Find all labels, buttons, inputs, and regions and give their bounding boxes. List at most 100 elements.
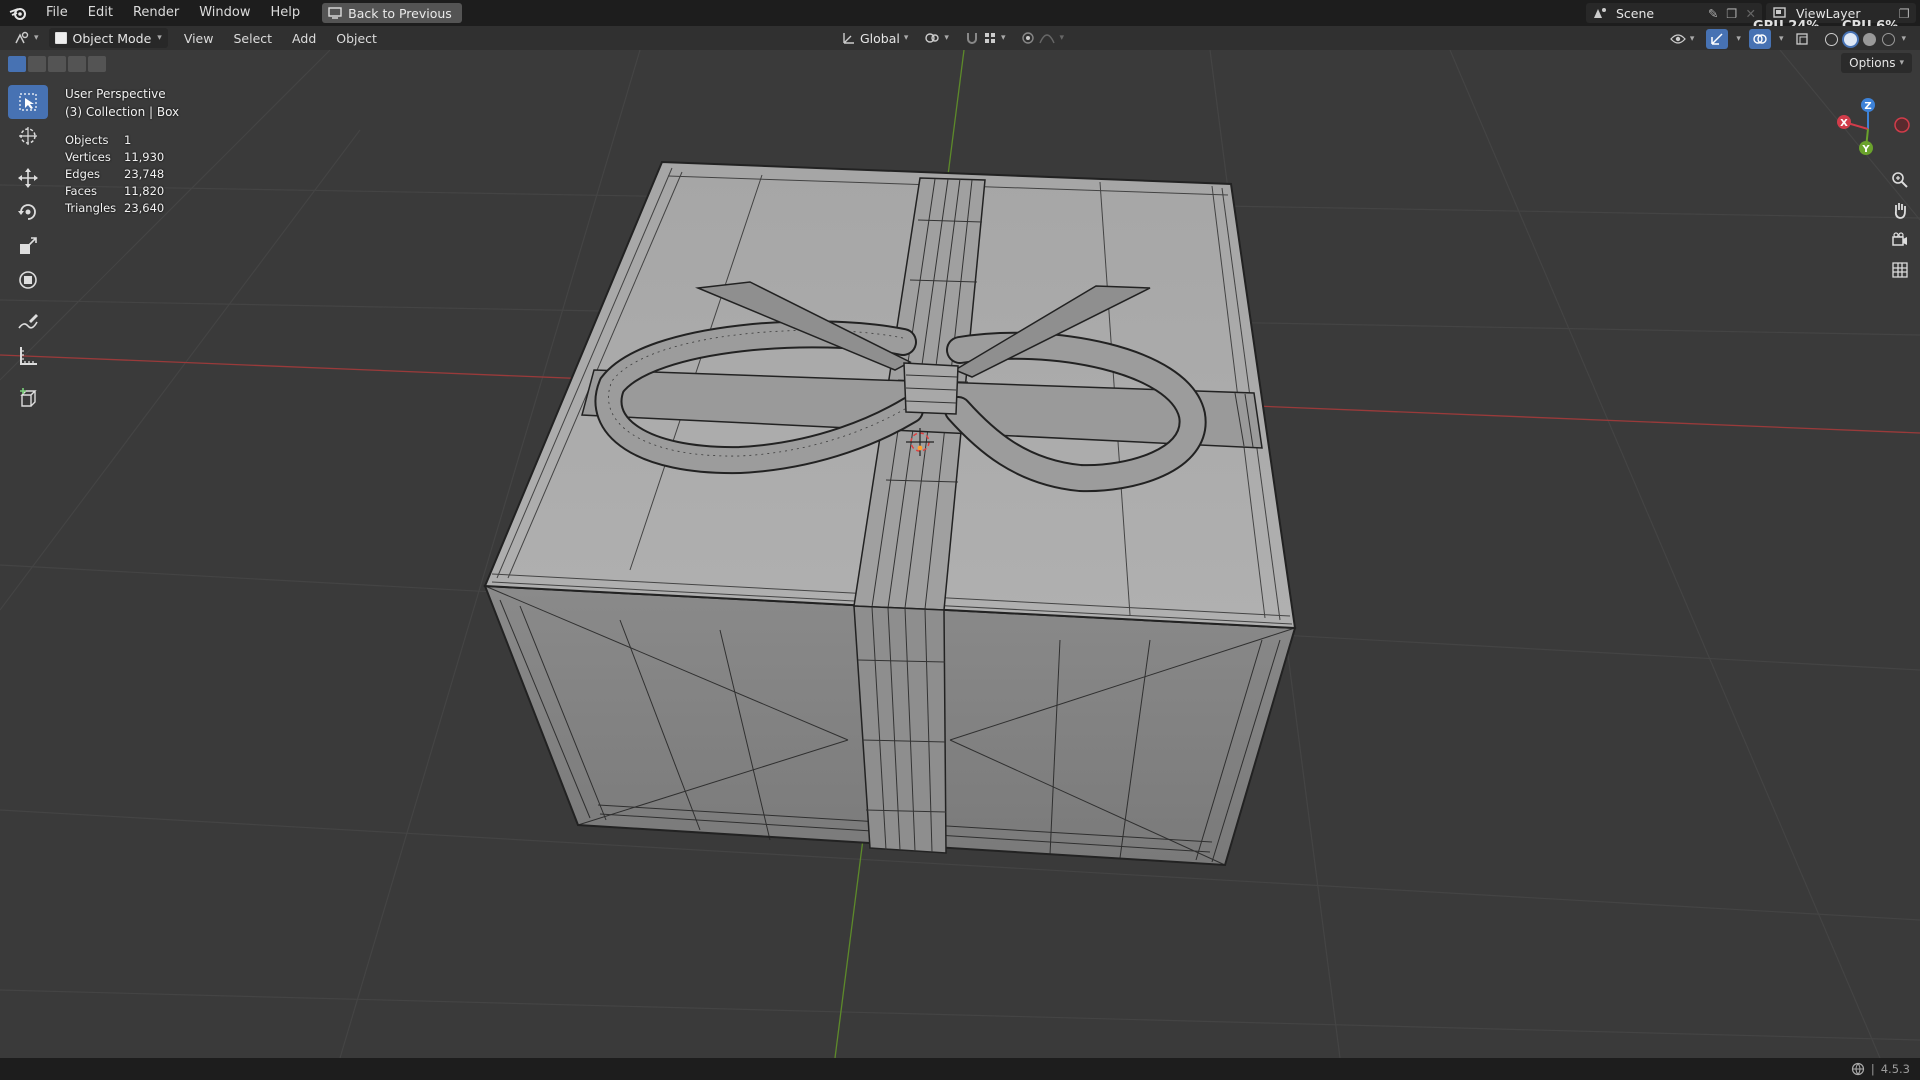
measure-tool[interactable] xyxy=(8,339,48,373)
scene-selector[interactable]: Scene ✎ ❐ ✕ xyxy=(1586,3,1762,23)
chevron-down-icon[interactable]: ▾ xyxy=(1779,34,1784,44)
view-perspective-label: User Perspective xyxy=(65,87,166,101)
new-scene-icon[interactable]: ❐ xyxy=(1726,6,1737,21)
stat-label: Faces xyxy=(65,184,97,198)
material-shading-icon[interactable] xyxy=(1863,32,1877,46)
pivot-icon xyxy=(925,33,940,43)
ruler-icon xyxy=(20,347,37,365)
active-collection-label: (3) Collection | Box xyxy=(65,105,180,119)
scene-name: Scene xyxy=(1616,5,1655,21)
gizmo-icon xyxy=(1711,33,1723,45)
scale-icon xyxy=(20,237,37,254)
pin-icon[interactable]: ✎ xyxy=(1708,6,1718,21)
wireframe-shading-icon[interactable] xyxy=(1825,32,1839,46)
overlays-toggle[interactable] xyxy=(1748,29,1771,49)
menu-object[interactable]: Object xyxy=(326,31,387,46)
stat-label: Edges xyxy=(65,167,100,181)
rotate-tool[interactable] xyxy=(8,195,48,229)
zoom-icon[interactable] xyxy=(1887,168,1913,192)
menu-view[interactable]: View xyxy=(174,31,224,46)
rendered-shading-icon[interactable] xyxy=(1882,32,1896,46)
blender-logo-icon[interactable] xyxy=(0,0,36,26)
shading-modes: ▾ xyxy=(1821,29,1910,49)
new-view-layer-icon[interactable]: ❐ xyxy=(1899,6,1910,21)
menu-add[interactable]: Add xyxy=(282,31,326,46)
navigation-gizmo[interactable]: Z X Y xyxy=(1824,95,1914,165)
xray-toggle[interactable] xyxy=(1791,29,1813,49)
overlays-icon xyxy=(1753,34,1767,44)
network-globe-icon xyxy=(1851,1062,1864,1076)
eye-icon xyxy=(1670,34,1686,44)
visibility-selector[interactable]: ▾ xyxy=(1666,29,1699,49)
screen-icon xyxy=(328,7,342,19)
cursor-arrow-icon xyxy=(19,93,37,111)
menu-window[interactable]: Window xyxy=(189,0,260,26)
transform-orientation-selector[interactable]: Global ▾ xyxy=(838,28,912,48)
viewport-header: ▾ Object Mode ▾ View Select Add Object G… xyxy=(0,26,1920,50)
select-subtract-icon[interactable] xyxy=(48,56,66,72)
stat-row: Vertices 11,930 xyxy=(65,149,164,166)
viewport-info-overlay: User Perspective (3) Collection | Box xyxy=(65,85,179,121)
scene-canvas[interactable] xyxy=(0,50,1920,1058)
chevron-down-icon[interactable]: ▾ xyxy=(1901,34,1906,44)
select-box-tool[interactable] xyxy=(8,85,48,119)
select-intersect-icon[interactable] xyxy=(88,56,106,72)
move-tool[interactable] xyxy=(8,161,48,195)
viewport-editor-icon xyxy=(15,31,29,44)
menu-help[interactable]: Help xyxy=(261,0,311,26)
editor-type-selector[interactable]: ▾ xyxy=(10,28,43,48)
falloff-icon xyxy=(1039,34,1056,44)
magnet-icon xyxy=(966,33,977,44)
status-bar: | 4.5.3 xyxy=(0,1058,1920,1080)
transform-tool[interactable] xyxy=(8,263,48,297)
chevron-down-icon: ▾ xyxy=(903,33,909,43)
gizmo-y-label: Y xyxy=(1861,144,1870,155)
options-label: Options xyxy=(1849,56,1896,70)
scale-tool[interactable] xyxy=(8,229,48,263)
gizmo-neg-x-axis[interactable] xyxy=(1894,117,1910,133)
chevron-down-icon: ▾ xyxy=(1899,58,1904,68)
stat-row: Faces 11,820 xyxy=(65,183,164,200)
cursor-tool[interactable] xyxy=(8,119,48,153)
menu-edit[interactable]: Edit xyxy=(78,0,123,26)
snap-toggle[interactable]: ▾ xyxy=(961,28,1010,48)
version-info: | 4.5.3 xyxy=(1851,1062,1910,1076)
gizmo-toggle[interactable] xyxy=(1706,29,1729,49)
back-to-previous-button[interactable]: Back to Previous xyxy=(322,3,462,23)
pan-hand-icon[interactable] xyxy=(1887,198,1913,222)
camera-view-icon[interactable] xyxy=(1887,228,1913,252)
stat-row: Triangles 23,640 xyxy=(65,200,164,217)
object-mode-selector[interactable]: Object Mode ▾ xyxy=(48,28,168,48)
transform-orientation-label: Global xyxy=(860,30,900,46)
gizmo-z-label: Z xyxy=(1864,101,1871,112)
pencil-icon xyxy=(18,314,38,329)
select-extend-icon[interactable] xyxy=(28,56,46,72)
object-mode-label: Object Mode xyxy=(72,30,152,46)
object-mode-icon xyxy=(54,32,67,44)
menu-file[interactable]: File xyxy=(36,0,78,26)
pivot-point-selector[interactable]: ▾ xyxy=(920,28,953,48)
proportional-icon xyxy=(1022,32,1035,44)
rotate-icon xyxy=(18,204,36,220)
3d-viewport[interactable]: User Perspective (3) Collection | Box Ob… xyxy=(0,50,1920,1058)
navigation-tools xyxy=(1887,168,1913,282)
proportional-editing-toggle[interactable]: ▾ xyxy=(1017,28,1068,48)
add-cube-icon xyxy=(20,388,37,407)
menu-select[interactable]: Select xyxy=(223,31,282,46)
menu-render[interactable]: Render xyxy=(123,0,189,26)
stat-label: Triangles xyxy=(65,201,117,215)
chevron-down-icon: ▾ xyxy=(1689,34,1695,44)
add-cube-tool[interactable] xyxy=(8,381,48,415)
blender-version: 4.5.3 xyxy=(1880,1062,1910,1076)
chevron-down-icon[interactable]: ▾ xyxy=(1736,34,1741,44)
tool-shelf xyxy=(8,85,48,415)
select-invert-icon[interactable] xyxy=(68,56,86,72)
options-dropdown[interactable]: Options ▾ xyxy=(1841,53,1912,73)
chevron-down-icon: ▾ xyxy=(1059,33,1064,43)
grid-view-icon[interactable] xyxy=(1887,258,1913,282)
stat-value: 1 xyxy=(124,133,132,147)
solid-shading-icon[interactable] xyxy=(1844,32,1858,46)
annotate-tool[interactable] xyxy=(8,305,48,339)
select-new-icon[interactable] xyxy=(8,56,26,72)
scene-statistics: Objects 1 Vertices 11,930 Edges 23,748 Face… xyxy=(65,132,164,217)
